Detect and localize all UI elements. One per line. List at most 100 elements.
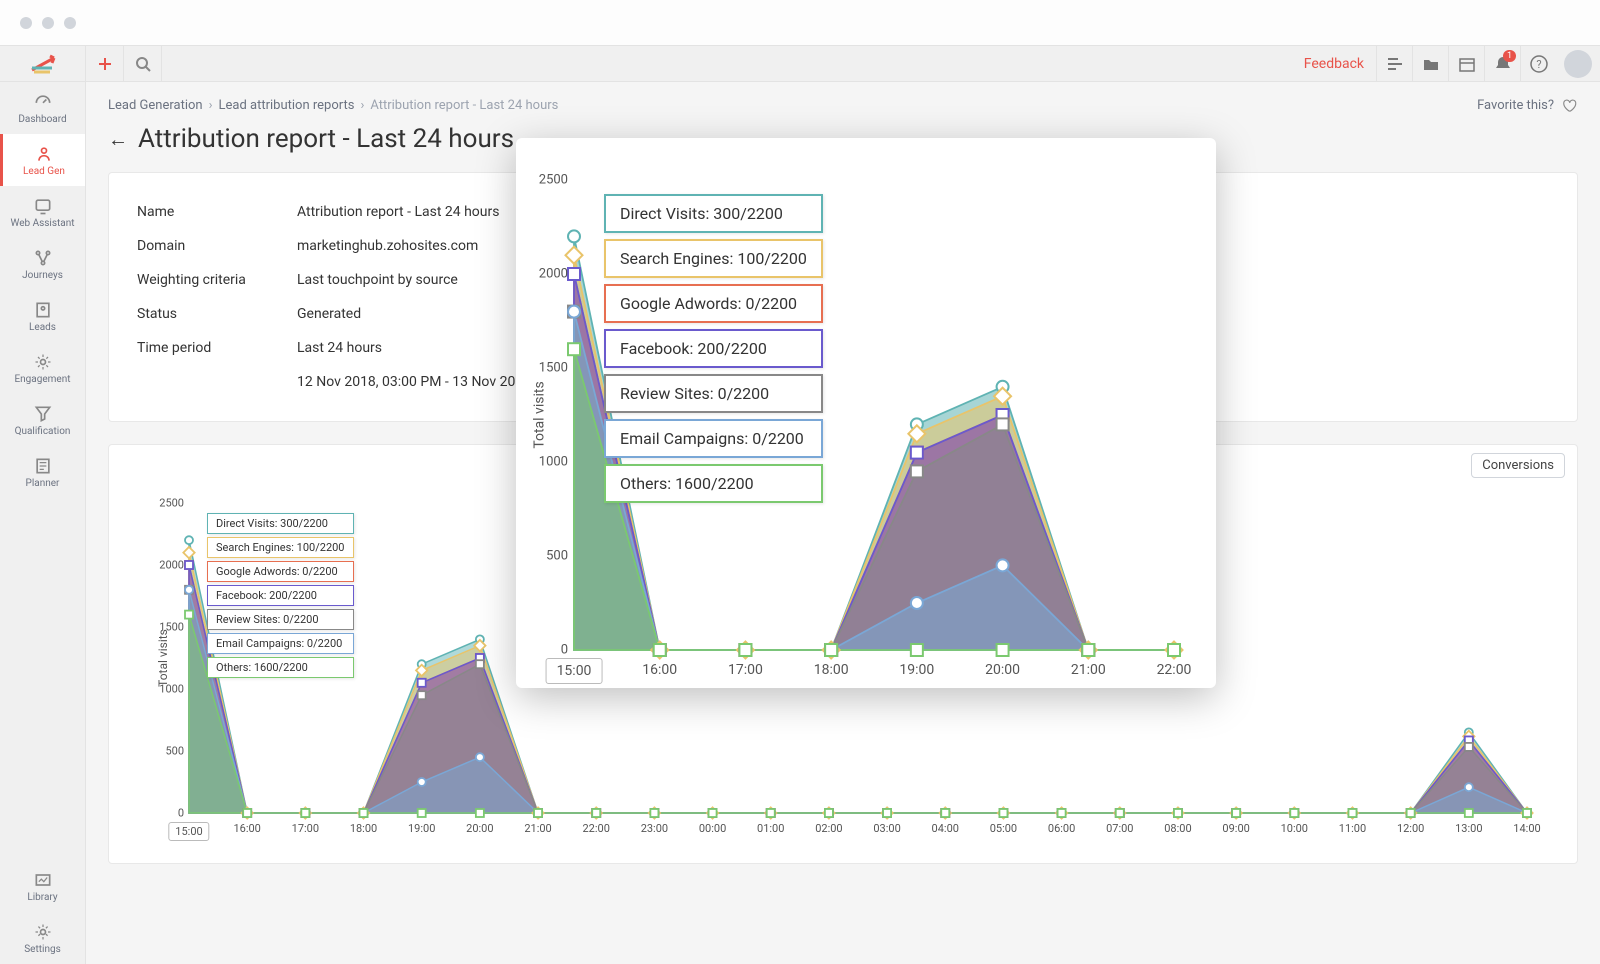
chart-tooltip: Direct Visits: 300/2200Search Engines: 1… (207, 513, 354, 678)
x-tick: 20:00 (985, 662, 1020, 678)
favorite-toggle[interactable]: Favorite this? (1477, 96, 1578, 114)
sidebar-item-library[interactable]: Library (0, 860, 85, 912)
breadcrumb-item[interactable]: Lead Generation (108, 98, 203, 113)
info-value: Last touchpoint by source (297, 272, 458, 288)
y-tick: 500 (524, 549, 568, 564)
window-min-dot[interactable] (42, 17, 54, 29)
x-tick: 01:00 (757, 822, 784, 835)
y-axis-label: Total visits (156, 629, 170, 687)
breadcrumb-item-current: Attribution report - Last 24 hours (370, 98, 558, 113)
x-tick: 10:00 (1281, 822, 1308, 835)
y-tick: 0 (524, 643, 568, 658)
sidebar-item-label: Planner (26, 478, 60, 489)
conversions-tab[interactable]: Conversions (1471, 453, 1565, 478)
overlay-chart[interactable]: Total visits Direct Visits: 300/2200Sear… (574, 180, 1174, 650)
breadcrumb-item[interactable]: Lead attribution reports (218, 98, 354, 113)
sidebar-item-engagement[interactable]: Engagement (0, 342, 85, 394)
x-tick: 18:00 (350, 822, 377, 835)
search-button[interactable] (124, 46, 162, 81)
y-tick: 1500 (144, 621, 184, 634)
app-logo[interactable] (0, 46, 86, 81)
y-tick: 2500 (524, 173, 568, 188)
tooltip-row: Email Campaigns: 0/2200 (207, 633, 354, 654)
sidebar-item-webassistant[interactable]: Web Assistant (0, 186, 85, 238)
x-tick: 17:00 (728, 662, 763, 678)
y-tick: 1000 (524, 455, 568, 470)
y-tick: 1500 (524, 361, 568, 376)
info-label: Status (137, 306, 297, 322)
x-tick: 16:00 (233, 822, 260, 835)
y-tick: 1000 (144, 683, 184, 696)
window-controls (0, 0, 1600, 46)
info-label (137, 374, 297, 390)
info-label: Domain (137, 238, 297, 254)
x-tick: 14:00 (1513, 822, 1540, 835)
sidebar-item-leadgen[interactable]: Lead Gen (0, 134, 85, 186)
feedback-link[interactable]: Feedback (1304, 56, 1364, 72)
x-tick: 18:00 (814, 662, 849, 678)
x-tick: 21:00 (1071, 662, 1106, 678)
sidebar-item-label: Engagement (14, 374, 70, 385)
x-tick: 22:00 (583, 822, 610, 835)
info-label: Weighting criteria (137, 272, 297, 288)
y-axis-label: Total visits (532, 381, 548, 448)
sidebar-item-planner[interactable]: Planner (0, 446, 85, 498)
x-tick: 05:00 (990, 822, 1017, 835)
x-tick: 15:00 (546, 658, 603, 684)
tooltip-row: Search Engines: 100/2200 (207, 537, 354, 558)
sidebar-item-settings[interactable]: Settings (0, 912, 85, 964)
tooltip-row: Email Campaigns: 0/2200 (604, 419, 823, 458)
svg-text:?: ? (1536, 58, 1541, 71)
sidebar-item-label: Qualification (15, 426, 71, 437)
chevron-right-icon: › (360, 98, 364, 113)
help-icon[interactable]: ? (1520, 46, 1556, 81)
window-close-dot[interactable] (20, 17, 32, 29)
x-tick: 21:00 (524, 822, 551, 835)
add-button[interactable] (86, 46, 124, 81)
sidebar-item-label: Dashboard (18, 114, 66, 125)
sidebar-item-label: Leads (29, 322, 56, 333)
info-label: Name (137, 204, 297, 220)
avatar[interactable] (1556, 46, 1600, 81)
top-bar: Feedback 1 ? (0, 46, 1600, 82)
chart-zoom-overlay: Total visits Direct Visits: 300/2200Sear… (516, 138, 1216, 688)
sidebar-item-qualification[interactable]: Qualification (0, 394, 85, 446)
y-tick: 0 (144, 807, 184, 820)
tooltip-row: Review Sites: 0/2200 (604, 374, 823, 413)
sidebar-item-journeys[interactable]: Journeys (0, 238, 85, 290)
x-tick: 15:00 (168, 822, 209, 841)
info-value: Generated (297, 306, 361, 322)
x-tick: 09:00 (1222, 822, 1249, 835)
x-tick: 02:00 (815, 822, 842, 835)
chevron-right-icon: › (209, 98, 213, 113)
chart-tooltip: Direct Visits: 300/2200Search Engines: 1… (604, 194, 823, 503)
x-tick: 03:00 (873, 822, 900, 835)
y-tick: 2500 (144, 497, 184, 510)
sidebar-item-label: Library (27, 892, 57, 903)
back-arrow[interactable]: ← (108, 127, 128, 152)
sidebar-item-dashboard[interactable]: Dashboard (0, 82, 85, 134)
tooltip-row: Facebook: 200/2200 (207, 585, 354, 606)
notifications-icon[interactable]: 1 (1484, 46, 1520, 81)
tooltip-row: Google Adwords: 0/2200 (604, 284, 823, 323)
x-tick: 17:00 (292, 822, 319, 835)
tooltip-row: Others: 1600/2200 (604, 464, 823, 503)
window-max-dot[interactable] (64, 17, 76, 29)
x-tick: 19:00 (899, 662, 934, 678)
x-tick: 06:00 (1048, 822, 1075, 835)
tooltip-row: Review Sites: 0/2200 (207, 609, 354, 630)
page-title: Attribution report - Last 24 hours (138, 124, 514, 154)
folder-icon[interactable] (1412, 46, 1448, 81)
sidebar: Dashboard Lead Gen Web Assistant Journey… (0, 82, 86, 964)
x-tick: 19:00 (408, 822, 435, 835)
timeline-icon[interactable] (1376, 46, 1412, 81)
sidebar-item-leads[interactable]: Leads (0, 290, 85, 342)
x-tick: 13:00 (1455, 822, 1482, 835)
sidebar-item-label: Settings (24, 944, 61, 955)
info-value: Attribution report - Last 24 hours (297, 204, 499, 220)
tooltip-row: Google Adwords: 0/2200 (207, 561, 354, 582)
sidebar-item-label: Web Assistant (10, 218, 74, 229)
calendar-icon[interactable] (1448, 46, 1484, 81)
x-tick: 08:00 (1164, 822, 1191, 835)
y-tick: 2000 (144, 559, 184, 572)
